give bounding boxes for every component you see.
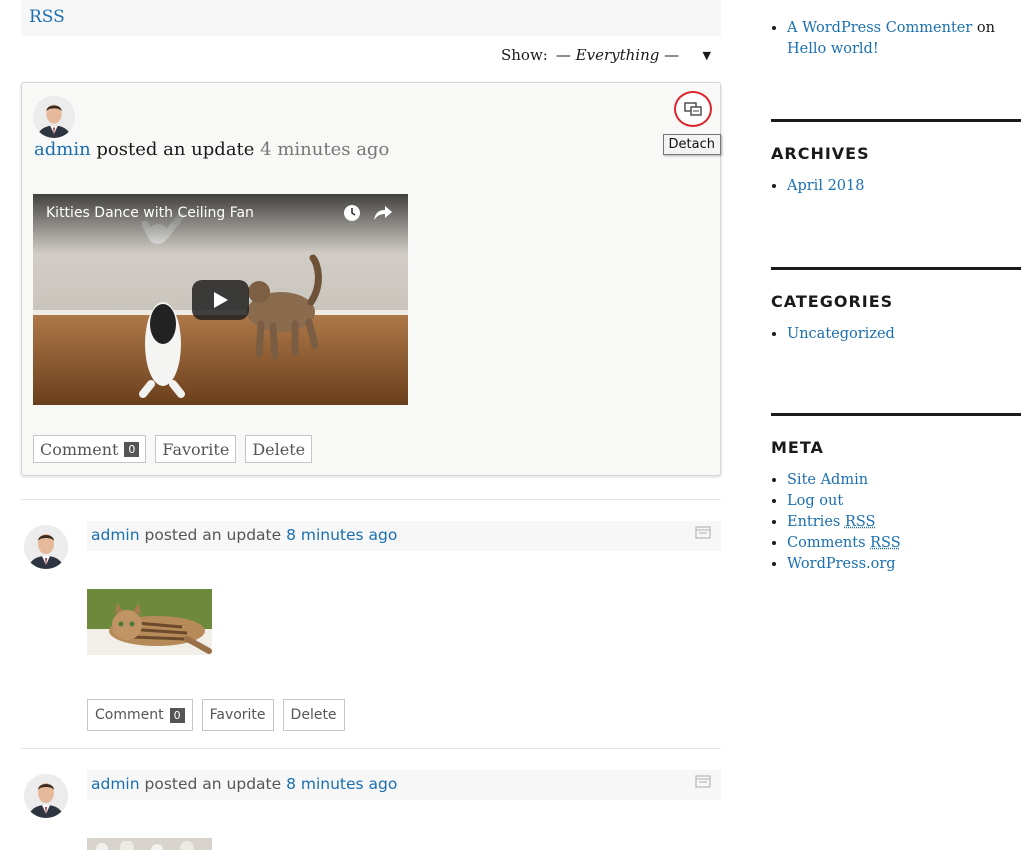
photo-thumbnail[interactable] [87,838,212,850]
comments-rss-link[interactable]: Comments RSS [787,535,901,551]
activity-actions: Comment 0 Favorite Delete [87,699,345,731]
activity-item: admin posted an update 8 minutes ago [21,500,721,740]
action-text: posted an update [144,526,282,544]
user-link[interactable]: admin [91,526,140,544]
activity-header: admin posted an update 8 minutes ago [87,521,721,551]
timestamp[interactable]: 8 minutes ago [286,775,397,793]
recent-comments-widget: A WordPress Commenter on Hello world! [771,18,1021,60]
activity-filter[interactable]: Show: — Everything — ▼ [501,46,721,64]
rss-bar: RSS [21,0,721,36]
favorite-button[interactable]: Favorite [155,435,237,463]
delete-button[interactable]: Delete [245,435,313,463]
video-title[interactable]: Kitties Dance with Ceiling Fan [46,205,254,221]
archives-widget: ARCHIVES April 2018 [771,119,1021,197]
video-embed[interactable]: Kitties Dance with Ceiling Fan [33,194,408,405]
play-button[interactable] [192,280,249,320]
user-link[interactable]: admin [34,139,91,160]
detach-button[interactable] [674,91,712,127]
comment-label: Comment [40,439,119,459]
detach-icon[interactable] [695,775,711,788]
activity-actions: Comment 0 Favorite Delete [33,435,313,463]
share-icon[interactable] [373,204,393,222]
activity-header: admin posted an update 8 minutes ago [87,770,721,800]
detach-icon[interactable] [695,526,711,539]
wordpress-org-link[interactable]: WordPress.org [787,556,896,572]
comment-button[interactable]: Comment 0 [33,435,147,463]
user-link[interactable]: admin [91,775,140,793]
filter-label: Show: [501,46,548,64]
activity-item: admin posted an update 4 minutes ago Det… [21,82,721,476]
widget-title: ARCHIVES [771,144,870,163]
comment-on-text: on [976,20,995,36]
delete-button[interactable]: Delete [282,699,345,731]
play-icon [213,292,228,308]
activity-item: admin posted an update 8 minutes ago [21,749,721,850]
filter-select[interactable]: — Everything — [556,46,703,64]
comment-author-link[interactable]: A WordPress Commenter [787,20,972,36]
detach-tooltip: Detach [662,134,721,155]
detach-icon [684,102,702,116]
action-text: posted an update [144,775,282,793]
widget-title: META [771,438,824,457]
comment-count: 0 [169,707,185,723]
comment-count: 0 [124,441,140,457]
categories-widget: CATEGORIES Uncategorized [771,267,1021,345]
avatar[interactable] [24,525,68,569]
archive-link[interactable]: April 2018 [787,178,864,194]
entries-rss-link[interactable]: Entries RSS [787,514,875,530]
site-admin-link[interactable]: Site Admin [787,472,868,488]
rss-link[interactable]: RSS [29,7,65,27]
timestamp[interactable]: 4 minutes ago [260,139,389,160]
comment-button[interactable]: Comment 0 [87,699,193,731]
activity-headline: admin posted an update 4 minutes ago [34,139,389,160]
avatar[interactable] [24,774,68,818]
favorite-button[interactable]: Favorite [201,699,274,731]
action-text: posted an update [96,139,255,160]
category-link[interactable]: Uncategorized [787,326,895,342]
comment-label: Comment [95,707,164,723]
chevron-down-icon[interactable]: ▼ [703,49,711,62]
recent-comment-item: A WordPress Commenter on Hello world! [787,18,1021,60]
meta-widget: META Site Admin Log out Entries RSS Comm… [771,413,1021,575]
activity-stream: RSS Show: — Everything — ▼ admin posted … [21,0,721,850]
cat-photo[interactable] [87,589,212,655]
clock-icon[interactable] [343,204,361,222]
avatar[interactable] [33,96,75,138]
comment-post-link[interactable]: Hello world! [787,41,879,57]
timestamp[interactable]: 8 minutes ago [286,526,397,544]
log-out-link[interactable]: Log out [787,493,843,509]
widget-title: CATEGORIES [771,292,894,311]
